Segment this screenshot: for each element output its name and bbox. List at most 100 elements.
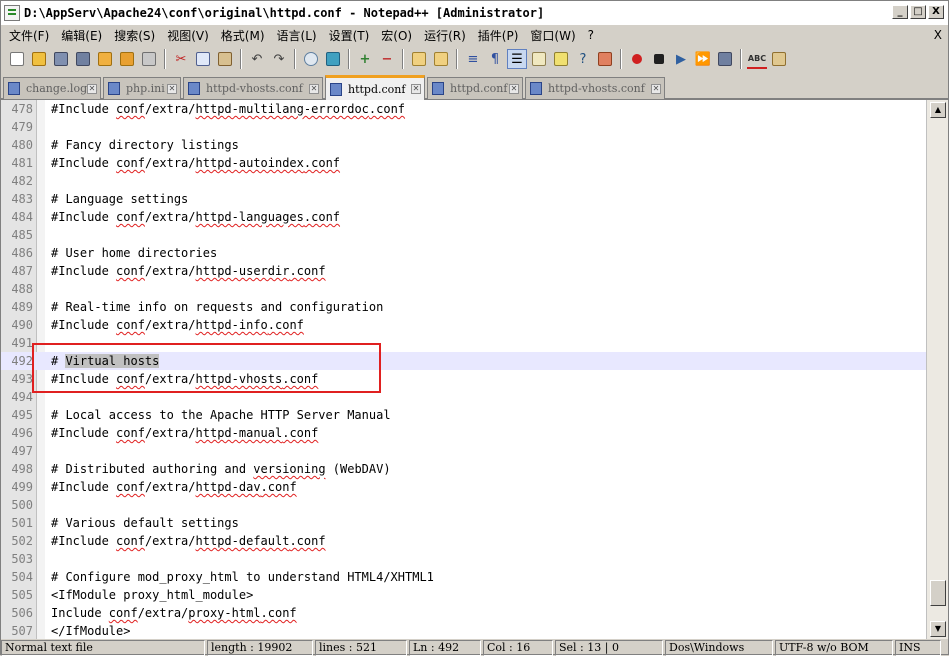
- editor-line[interactable]: 490 #Include conf/extra/httpd-info.conf: [1, 316, 926, 334]
- folder-workspace-icon[interactable]: ?: [573, 49, 593, 69]
- function-list-icon[interactable]: [551, 49, 571, 69]
- maximize-button[interactable]: □: [910, 5, 926, 19]
- tab-close-icon[interactable]: ✕: [309, 83, 319, 94]
- tab-php-ini[interactable]: php.ini ✕: [103, 77, 181, 99]
- tab-httpd-vhosts-conf-2[interactable]: httpd-vhosts.conf ✕: [525, 77, 665, 99]
- redo-icon[interactable]: ↷: [269, 49, 289, 69]
- file-icon: [8, 82, 20, 95]
- spellcheck-settings-icon[interactable]: [769, 49, 789, 69]
- undo-icon[interactable]: ↶: [247, 49, 267, 69]
- spellcheck-icon[interactable]: ABC: [747, 49, 767, 69]
- play-macro-icon[interactable]: ▶: [671, 49, 691, 69]
- menu-edit[interactable]: 编辑(E): [55, 27, 108, 44]
- cut-icon[interactable]: ✂: [171, 49, 191, 69]
- editor-line[interactable]: 505 <IfModule proxy_html_module>: [1, 586, 926, 604]
- stop-record-icon[interactable]: [649, 49, 669, 69]
- paste-icon[interactable]: [215, 49, 235, 69]
- run-macro-multiple-icon[interactable]: ⏩: [693, 49, 713, 69]
- tab-httpd-conf-active[interactable]: httpd.conf ✕: [325, 75, 425, 100]
- scrollbar-thumb[interactable]: [930, 580, 946, 606]
- tab-close-icon[interactable]: ✕: [411, 84, 421, 94]
- zoom-out-icon[interactable]: −: [377, 49, 397, 69]
- print-icon[interactable]: [139, 49, 159, 69]
- tab-label: php.ini: [126, 82, 165, 95]
- editor-line[interactable]: 487 #Include conf/extra/httpd-userdir.con…: [1, 262, 926, 280]
- editor-line[interactable]: 488: [1, 280, 926, 298]
- editor-line[interactable]: 495 # Local access to the Apache HTTP Ser…: [1, 406, 926, 424]
- editor-line[interactable]: 500: [1, 496, 926, 514]
- status-eol[interactable]: Dos\Windows: [665, 640, 773, 656]
- tab-close-icon[interactable]: ✕: [651, 83, 661, 94]
- close-button[interactable]: X: [928, 5, 944, 19]
- editor-line[interactable]: 503: [1, 550, 926, 568]
- save-all-icon[interactable]: [73, 49, 93, 69]
- status-length: length : 19902: [207, 640, 313, 656]
- editor-line[interactable]: 498 # Distributed authoring and versionin…: [1, 460, 926, 478]
- tab-httpd-vhosts-conf-1[interactable]: httpd-vhosts.conf ✕: [183, 77, 323, 99]
- editor-line[interactable]: 483 # Language settings: [1, 190, 926, 208]
- line-number: 480: [11, 138, 33, 152]
- word-wrap-icon[interactable]: ≡: [463, 49, 483, 69]
- close-icon[interactable]: [95, 49, 115, 69]
- open-file-icon[interactable]: [29, 49, 49, 69]
- editor-line[interactable]: 496 #Include conf/extra/httpd-manual.conf: [1, 424, 926, 442]
- editor-line[interactable]: 499 #Include conf/extra/httpd-dav.conf: [1, 478, 926, 496]
- editor-line[interactable]: 479: [1, 118, 926, 136]
- menu-run[interactable]: 运行(R): [418, 27, 472, 44]
- menu-format[interactable]: 格式(M): [215, 27, 271, 44]
- menu-help[interactable]: ?: [582, 28, 600, 42]
- menu-plugins[interactable]: 插件(P): [472, 27, 525, 44]
- line-number: 493: [11, 372, 33, 386]
- editor-line[interactable]: 489 # Real-time info on requests and conf…: [1, 298, 926, 316]
- menu-search[interactable]: 搜索(S): [108, 27, 161, 44]
- tab-close-icon[interactable]: ✕: [87, 83, 97, 94]
- editor-line[interactable]: 507 </IfModule>: [1, 622, 926, 639]
- indent-guide-icon[interactable]: ☰: [507, 49, 527, 69]
- sync-horizontal-icon[interactable]: [431, 49, 451, 69]
- close-document-button[interactable]: X: [934, 28, 942, 42]
- editor-line[interactable]: 485: [1, 226, 926, 244]
- record-macro-icon[interactable]: [627, 49, 647, 69]
- text-editor[interactable]: 478 #Include conf/extra/httpd-multilang-e…: [1, 99, 948, 639]
- save-icon[interactable]: [51, 49, 71, 69]
- vertical-scrollbar[interactable]: ▲ ▼: [926, 100, 948, 639]
- save-macro-icon[interactable]: [715, 49, 735, 69]
- close-all-icon[interactable]: [117, 49, 137, 69]
- menu-window[interactable]: 窗口(W): [524, 27, 581, 44]
- editor-line[interactable]: 484 #Include conf/extra/httpd-languages.c…: [1, 208, 926, 226]
- sync-vertical-icon[interactable]: [409, 49, 429, 69]
- line-number: 502: [11, 534, 33, 548]
- editor-line[interactable]: 481 #Include conf/extra/httpd-autoindex.c…: [1, 154, 926, 172]
- toolbar: ✂ ↶ ↷ + − ≡ ¶ ☰ ? ▶ ⏩ ABC: [1, 45, 948, 73]
- menu-macro[interactable]: 宏(O): [375, 27, 418, 44]
- editor-line[interactable]: 501 # Various default settings: [1, 514, 926, 532]
- minimize-button[interactable]: _: [892, 5, 908, 19]
- plugin-icon[interactable]: [595, 49, 615, 69]
- scroll-down-icon[interactable]: ▼: [930, 621, 946, 637]
- tab-close-icon[interactable]: ✕: [509, 83, 519, 94]
- editor-line[interactable]: 480 # Fancy directory listings: [1, 136, 926, 154]
- editor-line[interactable]: 478 #Include conf/extra/httpd-multilang-e…: [1, 100, 926, 118]
- editor-line[interactable]: 497: [1, 442, 926, 460]
- replace-icon[interactable]: [323, 49, 343, 69]
- new-file-icon[interactable]: [7, 49, 27, 69]
- doc-map-icon[interactable]: [529, 49, 549, 69]
- status-encoding[interactable]: UTF-8 w/o BOM: [775, 640, 893, 656]
- show-all-chars-icon[interactable]: ¶: [485, 49, 505, 69]
- tab-change-log[interactable]: change.log ✕: [3, 77, 101, 99]
- menu-file[interactable]: 文件(F): [3, 27, 55, 44]
- menu-view[interactable]: 视图(V): [161, 27, 215, 44]
- menu-settings[interactable]: 设置(T): [323, 27, 376, 44]
- editor-line[interactable]: 486 # User home directories: [1, 244, 926, 262]
- editor-line[interactable]: 482: [1, 172, 926, 190]
- editor-line[interactable]: 502 #Include conf/extra/httpd-default.con…: [1, 532, 926, 550]
- zoom-in-icon[interactable]: +: [355, 49, 375, 69]
- editor-line[interactable]: 504 # Configure mod_proxy_html to underst…: [1, 568, 926, 586]
- copy-icon[interactable]: [193, 49, 213, 69]
- scroll-up-icon[interactable]: ▲: [930, 102, 946, 118]
- menu-language[interactable]: 语言(L): [271, 27, 323, 44]
- find-icon[interactable]: [301, 49, 321, 69]
- tab-close-icon[interactable]: ✕: [167, 83, 177, 94]
- tab-httpd-conf-2[interactable]: httpd.conf ✕: [427, 77, 523, 99]
- editor-line[interactable]: 506 Include conf/extra/proxy-html.conf: [1, 604, 926, 622]
